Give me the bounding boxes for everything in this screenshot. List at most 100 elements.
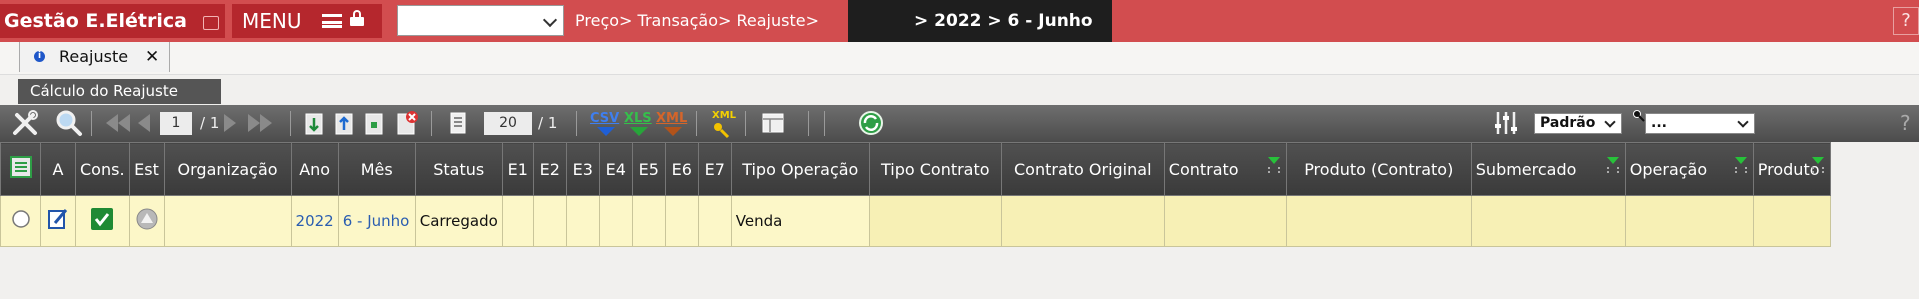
column-header-ano[interactable]: Ano xyxy=(290,142,339,196)
toolbar-separator xyxy=(824,111,825,136)
xml-import-label: XML xyxy=(712,110,737,121)
checkbox-checked-icon[interactable] xyxy=(90,207,114,231)
column-header-operacao-label: Operação xyxy=(1629,159,1708,179)
layout-icon[interactable] xyxy=(760,108,786,138)
rows-per-page-icon xyxy=(450,112,466,134)
column-header-e5[interactable]: E5 xyxy=(631,142,666,196)
column-header-contrato[interactable]: Contrato xyxy=(1163,142,1287,196)
app-title[interactable]: Gestão E.Elétrica xyxy=(0,4,225,38)
filter-select[interactable]: ... xyxy=(1645,113,1755,134)
column-header-a[interactable]: A xyxy=(40,142,76,196)
info-icon: i xyxy=(34,51,45,62)
delete-document-icon[interactable] xyxy=(394,108,420,138)
subtab-calculo[interactable]: Cálculo do Reajuste xyxy=(18,79,221,104)
column-header-e2[interactable]: E2 xyxy=(532,142,567,196)
table-header-row: A Cons. Est Organização Ano Mês Status E… xyxy=(0,142,1831,196)
close-icon[interactable]: ✕ xyxy=(145,42,159,72)
column-header-tipo-operacao[interactable]: Tipo Operação xyxy=(730,142,870,196)
cell-produto-contrato xyxy=(1285,195,1472,247)
search-icon[interactable] xyxy=(54,108,84,138)
column-header-e4[interactable]: E4 xyxy=(598,142,633,196)
filter-icon[interactable] xyxy=(1267,157,1280,173)
page-input[interactable]: 1 xyxy=(160,112,192,135)
column-header-produto[interactable]: Produto xyxy=(1752,142,1831,196)
chevron-down-icon xyxy=(1604,116,1616,128)
cell-mes[interactable]: 6 - Junho xyxy=(337,195,416,247)
next-page-icon[interactable] xyxy=(220,108,276,138)
column-header-organizacao[interactable]: Organização xyxy=(163,142,292,196)
column-header-e1[interactable]: E1 xyxy=(501,142,534,196)
column-header-e6[interactable]: E6 xyxy=(664,142,699,196)
refresh-down-icon[interactable] xyxy=(302,108,326,138)
toolbar-help-button[interactable]: ? xyxy=(1900,105,1911,142)
toolbar: 1 / 1 20 / 1 CSV XLS XML XML Padrão ... … xyxy=(0,105,1919,142)
chevron-down-icon xyxy=(1737,116,1749,128)
column-header-est[interactable]: Est xyxy=(128,142,165,196)
window-icon[interactable] xyxy=(203,16,219,30)
tools-icon[interactable] xyxy=(10,108,40,138)
top-bar: Gestão E.Elétrica MENU Preço> Transação>… xyxy=(0,0,1919,42)
toolbar-separator xyxy=(290,111,291,136)
column-header-produto-contrato[interactable]: Produto (Contrato) xyxy=(1285,142,1472,196)
first-page-icon[interactable] xyxy=(102,108,158,138)
row-status-cell xyxy=(128,195,165,247)
column-header-status[interactable]: Status xyxy=(414,142,503,196)
cell-tipo-contrato xyxy=(868,195,1002,247)
status-triangle-icon xyxy=(136,208,158,230)
tab-label: Reajuste xyxy=(59,47,129,66)
cell-e6 xyxy=(664,195,699,247)
help-button[interactable]: ? xyxy=(1893,7,1919,35)
column-header-operacao[interactable]: Operação xyxy=(1624,142,1754,196)
toolbar-separator xyxy=(431,111,432,136)
table-row[interactable]: 2022 6 - Junho Carregado Venda xyxy=(0,195,1831,247)
download-arrow-icon xyxy=(630,127,648,136)
filter-icon[interactable] xyxy=(1606,157,1619,173)
column-header-contrato-original[interactable]: Contrato Original xyxy=(1000,142,1165,196)
settings-sliders-icon[interactable] xyxy=(1492,108,1520,138)
filter-select-value: ... xyxy=(1651,115,1667,131)
edit-icon[interactable] xyxy=(46,207,70,231)
row-select-radio[interactable] xyxy=(11,209,31,229)
toolbar-separator xyxy=(91,111,92,136)
cell-operacao xyxy=(1624,195,1754,247)
column-header-e3[interactable]: E3 xyxy=(565,142,600,196)
cell-ano[interactable]: 2022 xyxy=(290,195,339,247)
column-header-e7[interactable]: E7 xyxy=(697,142,732,196)
breadcrumb[interactable]: Preço> Transação> Reajuste> xyxy=(575,0,819,42)
csv-label: CSV xyxy=(590,111,620,126)
cell-submercado xyxy=(1470,195,1626,247)
view-select[interactable]: Padrão xyxy=(1534,113,1622,134)
lock-icon[interactable] xyxy=(350,10,364,26)
cell-produto xyxy=(1752,195,1831,247)
column-header-submercado-label: Submercado xyxy=(1475,159,1577,179)
column-header-cons[interactable]: Cons. xyxy=(75,142,130,196)
cell-contrato-original xyxy=(1000,195,1165,247)
filter-key-icon xyxy=(1633,110,1645,122)
cell-organizacao xyxy=(163,195,292,247)
filter-icon[interactable] xyxy=(1811,157,1824,173)
document-icon[interactable] xyxy=(362,108,386,138)
filter-icon[interactable] xyxy=(1734,157,1747,173)
column-chooser-icon xyxy=(9,156,32,178)
column-header-tipo-contrato[interactable]: Tipo Contrato xyxy=(868,142,1002,196)
xml-label: XML xyxy=(656,111,688,126)
sync-icon[interactable] xyxy=(857,108,885,138)
download-arrow-icon xyxy=(664,127,682,136)
app-title-text: Gestão E.Elétrica xyxy=(4,10,187,32)
prev-page-icon xyxy=(138,114,150,132)
tab-reajuste[interactable]: i Reajuste ✕ xyxy=(19,42,170,72)
cell-e7 xyxy=(697,195,732,247)
column-header-submercado[interactable]: Submercado xyxy=(1470,142,1626,196)
refresh-up-icon[interactable] xyxy=(332,108,356,138)
download-arrow-icon xyxy=(597,127,615,136)
rows-total: / 1 xyxy=(538,114,558,132)
toolbar-separator xyxy=(745,111,746,136)
column-header-mes[interactable]: Mês xyxy=(337,142,416,196)
cell-tipo-operacao: Venda xyxy=(730,195,870,247)
column-header-select[interactable] xyxy=(0,142,41,196)
hamburger-icon xyxy=(322,14,342,28)
cell-e2 xyxy=(532,195,567,247)
company-select[interactable] xyxy=(397,5,564,36)
menu-label: MENU xyxy=(242,9,302,33)
rows-per-page-input[interactable]: 20 xyxy=(484,112,532,135)
